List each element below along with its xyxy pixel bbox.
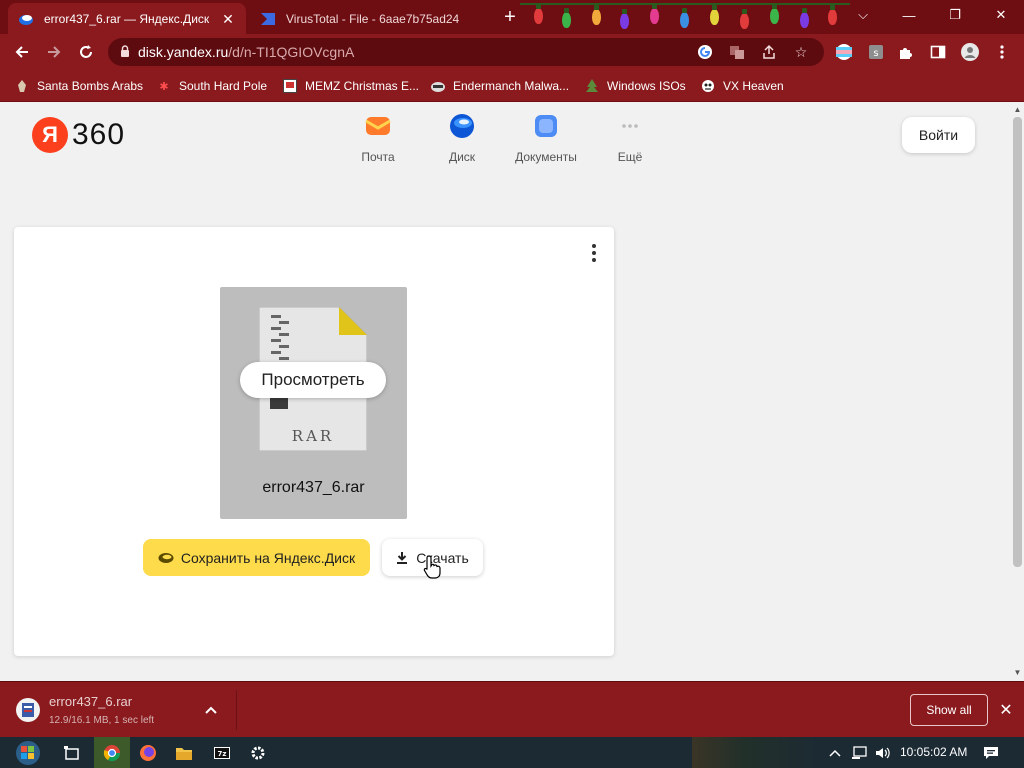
- show-all-button[interactable]: Show all: [910, 694, 988, 726]
- browser-toolbar: disk.yandex.ru/d/n-TI1QGIOVcgnA ☆ s: [0, 34, 1024, 70]
- reload-icon: [80, 45, 92, 58]
- close-tab-icon[interactable]: ✕: [220, 11, 236, 27]
- rar-file-icon[interactable]: [16, 698, 40, 722]
- translate-icon[interactable]: [728, 43, 746, 61]
- tab-title: error437_6.rar — Яндекс.Диск: [44, 11, 210, 26]
- browser-tab-strip: error437_6.rar — Яндекс.Диск ✕ VirusTota…: [0, 0, 1024, 34]
- save-to-disk-button[interactable]: Сохранить на Яндекс.Диск: [143, 539, 370, 576]
- documents-icon: [535, 115, 557, 137]
- bookmark-star-icon[interactable]: ☆: [792, 43, 810, 61]
- 7zip-icon[interactable]: 7z: [204, 737, 240, 768]
- close-window-button[interactable]: ✕: [978, 0, 1024, 30]
- clock[interactable]: 10:05:02 AM: [900, 745, 967, 759]
- file-preview[interactable]: RAR Просмотреть error437_6.rar: [220, 287, 407, 519]
- hand-cursor-icon: [423, 555, 441, 579]
- windows-taskbar: 7z 10:05:02 AM: [0, 737, 1024, 768]
- vx-icon: [700, 78, 716, 94]
- lock-icon: [121, 45, 129, 57]
- extensions-puzzle-icon[interactable]: [896, 42, 916, 62]
- profile-avatar-icon[interactable]: [960, 42, 980, 62]
- profile-flag-icon[interactable]: [834, 42, 854, 62]
- tab-search-chevron-icon[interactable]: ⌵: [840, 0, 886, 30]
- bookmark-south-hard-pole[interactable]: ✱ South Hard Pole: [156, 76, 267, 96]
- windows-logo-icon: [16, 740, 40, 765]
- tray-expand-chevron-icon[interactable]: [826, 744, 844, 762]
- task-view-icon[interactable]: [54, 737, 90, 768]
- network-icon[interactable]: [850, 744, 868, 762]
- snowflake-icon: ✱: [159, 80, 169, 93]
- forward-arrow-icon: [48, 46, 61, 58]
- download-shelf: error437_6.rar 12.9/16.1 MB, 1 sec left …: [0, 681, 1024, 737]
- url-text: disk.yandex.ru/d/n-TI1QGIOVcgnA: [138, 44, 355, 60]
- start-button[interactable]: [8, 737, 48, 768]
- download-status: 12.9/16.1 MB, 1 sec left: [49, 715, 155, 726]
- reload-button[interactable]: [72, 38, 100, 66]
- restore-button[interactable]: ❐: [932, 0, 978, 30]
- download-file-name[interactable]: error437_6.rar: [49, 694, 132, 709]
- raccoon-icon: [430, 78, 446, 94]
- svg-text:RAR: RAR: [292, 427, 334, 445]
- service-documents[interactable]: Документы: [506, 113, 586, 164]
- file-card: RAR Просмотреть error437_6.rar Сохранить…: [14, 227, 614, 656]
- share-icon[interactable]: [760, 43, 778, 61]
- back-arrow-icon: [15, 46, 28, 58]
- file-name: error437_6.rar: [262, 479, 365, 496]
- scroll-down-icon[interactable]: ▼: [1013, 668, 1022, 678]
- extension-s-icon[interactable]: s: [866, 42, 886, 62]
- page-scrollbar[interactable]: ▲ ▼: [1010, 103, 1024, 681]
- taskbar-background-photo: [692, 737, 822, 768]
- chevron-up-icon[interactable]: [203, 702, 219, 718]
- tab-yandex-disk[interactable]: error437_6.rar — Яндекс.Диск ✕: [8, 3, 246, 34]
- bookmark-vx-heaven[interactable]: VX Heaven: [700, 76, 784, 96]
- bookmark-endermanch-malware[interactable]: Endermanch Malwa...: [430, 76, 569, 96]
- virustotal-icon: [261, 12, 275, 25]
- disk-save-icon: [158, 552, 174, 563]
- tab-title: VirusTotal - File - 6aae7b75ad24: [286, 11, 460, 26]
- svg-text:7z: 7z: [218, 750, 227, 758]
- santa-icon: [14, 78, 30, 94]
- yandex-disk-icon: [19, 14, 33, 25]
- forward-button[interactable]: [40, 38, 68, 66]
- more-icon: [622, 124, 638, 128]
- mail-icon: [365, 117, 391, 135]
- service-disk[interactable]: Диск: [422, 113, 502, 164]
- download-icon: [397, 552, 408, 564]
- minimize-button[interactable]: —: [886, 0, 932, 30]
- view-button[interactable]: Просмотреть: [240, 362, 386, 398]
- divider: [236, 690, 237, 730]
- scroll-up-icon[interactable]: ▲: [1013, 105, 1022, 115]
- service-mail[interactable]: Почта: [338, 113, 418, 164]
- firefox-taskbar-icon[interactable]: [130, 737, 166, 768]
- tree-icon: [584, 78, 600, 94]
- volume-icon[interactable]: [874, 744, 892, 762]
- scrollbar-thumb[interactable]: [1013, 117, 1022, 567]
- chrome-taskbar-icon[interactable]: [94, 737, 130, 768]
- tab-virustotal[interactable]: VirusTotal - File - 6aae7b75ad24: [250, 3, 490, 34]
- google-icon[interactable]: [696, 43, 714, 61]
- svg-text:s: s: [873, 48, 878, 59]
- address-bar[interactable]: disk.yandex.ru/d/n-TI1QGIOVcgnA ☆: [108, 38, 824, 66]
- more-options-icon[interactable]: [586, 241, 602, 265]
- disk-icon: [450, 114, 474, 138]
- bookmarks-bar: Santa Bombs Arabs ✱ South Hard Pole MEMZ…: [0, 70, 1024, 102]
- login-button[interactable]: Войти: [902, 117, 975, 153]
- bookmark-windows-isos[interactable]: Windows ISOs: [584, 76, 686, 96]
- yandex-360-logo[interactable]: Я 360: [32, 116, 125, 154]
- new-tab-button[interactable]: +: [498, 6, 522, 28]
- service-more[interactable]: Ещё: [590, 113, 670, 164]
- close-icon[interactable]: ✕: [996, 700, 1016, 720]
- notifications-icon[interactable]: [982, 744, 1000, 762]
- back-button[interactable]: [8, 38, 36, 66]
- christmas-lights-decoration: [520, 0, 850, 34]
- memz-icon: [282, 78, 298, 94]
- chrome-menu-icon[interactable]: [992, 42, 1012, 62]
- side-panel-icon[interactable]: [928, 42, 948, 62]
- settings-gear-icon[interactable]: [240, 737, 276, 768]
- page-content: Я 360 Почта Диск Документы Ещё Войти RAR…: [0, 103, 1010, 681]
- file-explorer-icon[interactable]: [166, 737, 202, 768]
- bookmark-santa-bombs-arabs[interactable]: Santa Bombs Arabs: [14, 76, 143, 96]
- bookmark-memz-christmas[interactable]: MEMZ Christmas E...: [282, 76, 419, 96]
